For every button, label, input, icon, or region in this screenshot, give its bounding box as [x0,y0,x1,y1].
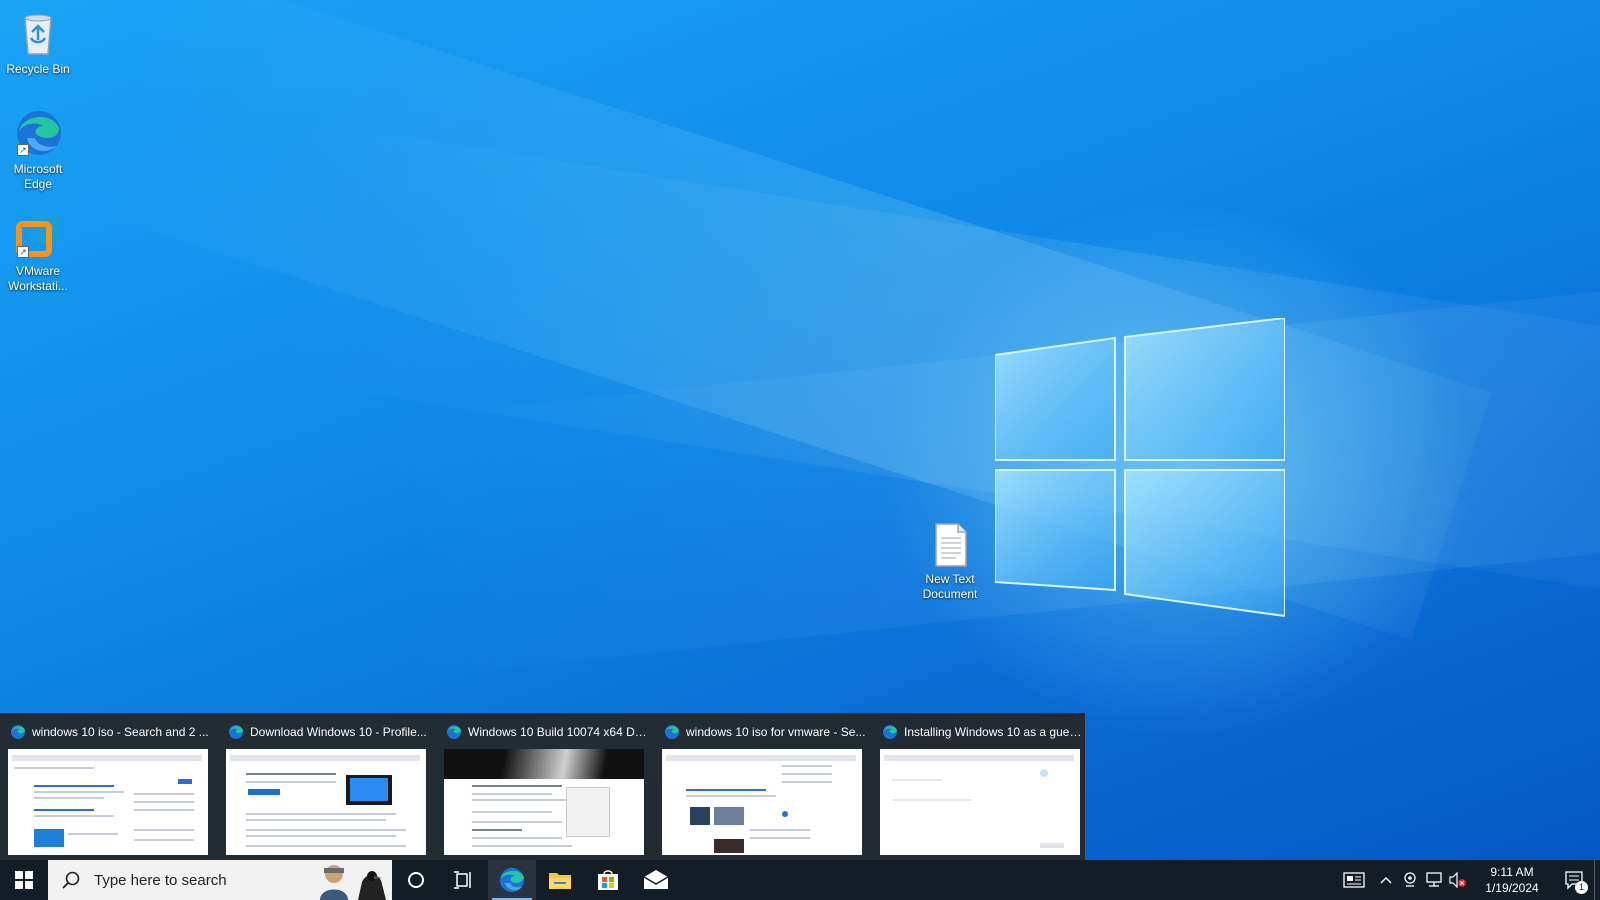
recycle-bin-icon [13,8,63,58]
desktop-icon-label: Recycle Bin [6,62,70,76]
camera-tray-button[interactable] [1398,860,1422,900]
shortcut-arrow-icon: ↗ [17,246,29,258]
clock-date: 1/19/2024 [1485,881,1539,895]
chevron-up-icon [1380,877,1392,884]
thumbnail-preview-image [880,749,1080,855]
taskbar-clock[interactable]: 9:11 AM 1/19/2024 [1476,864,1548,896]
thumbnail-title: Installing Windows 10 as a gues... [904,725,1084,739]
thumbnail-preview-image [444,749,644,855]
vmware-icon: ↗ [13,210,63,260]
edge-icon [447,725,461,739]
show-desktop-button[interactable] [1594,860,1600,900]
thumbnail-window-1[interactable]: windows 10 iso - Search and 2 ... [6,717,216,860]
show-hidden-icons-button[interactable] [1374,860,1398,900]
windows-start-icon [15,871,33,889]
shortcut-arrow-icon: ↗ [17,144,29,156]
thumbnail-title: windows 10 iso - Search and 2 ... [32,725,209,739]
volume-tray-button[interactable] [1446,860,1470,900]
volume-muted-icon [1449,872,1466,888]
desktop-icon-recycle-bin[interactable]: Recycle Bin [0,8,76,77]
thumbnail-title: Windows 10 Build 10074 x64 De... [468,725,648,739]
edge-icon [229,725,243,739]
edge-icon [883,725,897,739]
thumbnail-window-4[interactable]: windows 10 iso for vmware - Se... [660,717,870,860]
cortana-button[interactable] [392,860,440,900]
taskbar-app-mail[interactable] [632,860,680,900]
mail-icon [643,870,669,889]
thumbnail-window-5[interactable]: Installing Windows 10 as a gues... [878,717,1088,860]
taskbar-search-box[interactable]: Type here to search [48,860,392,900]
news-icon [1343,872,1365,888]
edge-icon [500,868,524,892]
desktop-icon-microsoft-edge[interactable]: ↗ Microsoft Edge [0,108,76,192]
search-highlight-illustration-icon [320,865,386,900]
thumbnail-title: windows 10 iso for vmware - Se... [686,725,866,739]
desktop-icon-vmware-workstation[interactable]: ↗ VMware Workstati... [0,210,76,294]
thumbnail-window-3[interactable]: Windows 10 Build 10074 x64 De... [442,717,652,860]
thumbnail-preview-image [226,749,426,855]
taskbar-thumbnail-previews: windows 10 iso - Search and 2 ... Downlo… [0,713,1085,860]
windows-logo-graphic [994,316,1286,618]
edge-icon [665,725,679,739]
text-document-icon [925,522,975,568]
cortana-circle-icon [408,872,424,888]
network-tray-button[interactable] [1422,860,1446,900]
taskbar-app-file-explorer[interactable] [536,860,584,900]
thumbnail-preview-image [662,749,862,855]
folder-icon [549,873,571,889]
system-tray: 9:11 AM 1/19/2024 1 [1334,860,1600,900]
action-center-button[interactable]: 1 [1554,860,1594,900]
windows-logo-wallpaper [994,316,1286,618]
store-icon [598,870,618,890]
desktop-icon-label: New Text Document [922,572,978,601]
news-and-interests-button[interactable] [1334,860,1374,900]
taskbar: Type here to search 9:11 AM 1/19/2024 1 [0,860,1600,900]
task-view-icon [454,871,471,889]
edge-icon [11,725,25,739]
notification-count-badge: 1 [1575,881,1588,894]
clock-time: 9:11 AM [1490,865,1534,879]
taskbar-app-edge[interactable] [488,860,536,900]
webcam-icon [1404,872,1416,887]
desktop-icon-new-text-document[interactable]: New Text Document [912,522,988,602]
search-icon [62,871,80,889]
desktop-icon-label: VMware Workstati... [8,264,68,293]
thumbnail-window-2[interactable]: Download Windows 10 - Profile... [224,717,434,860]
search-placeholder: Type here to search [94,871,227,889]
task-view-button[interactable] [440,860,488,900]
edge-icon: ↗ [13,108,63,158]
thumbnail-preview-image [8,749,208,855]
start-button[interactable] [0,860,48,900]
network-icon [1426,872,1442,887]
thumbnail-title: Download Windows 10 - Profile... [250,725,427,739]
desktop-icon-label: Microsoft Edge [13,162,63,191]
taskbar-app-microsoft-store[interactable] [584,860,632,900]
